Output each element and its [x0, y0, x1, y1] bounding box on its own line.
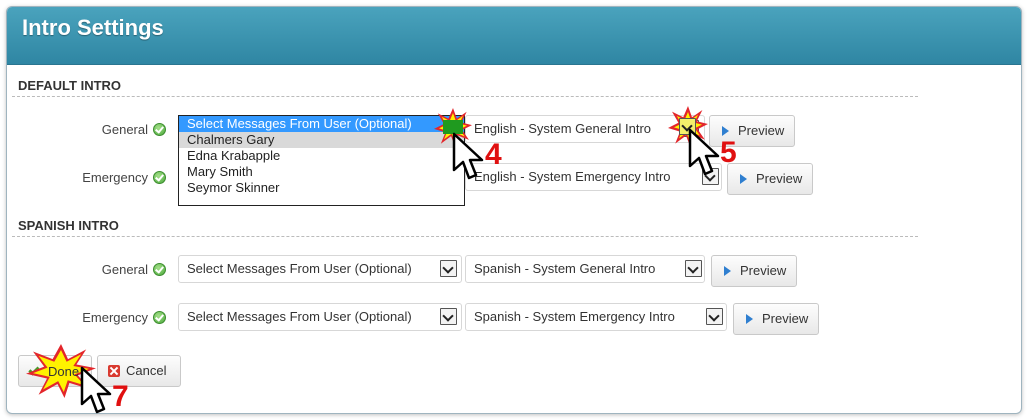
step-marker-4: 4: [485, 138, 502, 171]
dropdown-option[interactable]: Seymor Skinner: [179, 180, 464, 196]
play-icon: [724, 266, 731, 276]
mouse-cursor-icon: [80, 366, 112, 414]
user-select-dropdown-list[interactable]: Select Messages From User (Optional) Cha…: [178, 115, 465, 206]
dropdown-option[interactable]: Mary Smith: [179, 164, 464, 180]
play-icon: [740, 174, 747, 184]
check-circle-icon: [153, 123, 166, 136]
spanish-general-preview-button[interactable]: Preview: [711, 255, 798, 287]
dropdown-option[interactable]: Select Messages From User (Optional): [179, 116, 464, 132]
section-title-spanish-intro: SPANISH INTRO: [18, 218, 119, 233]
step-marker-5: 5: [720, 136, 737, 169]
play-icon: [722, 126, 729, 136]
check-circle-icon: [153, 171, 166, 184]
dropdown-option[interactable]: Chalmers Gary: [179, 132, 464, 148]
emergency-preview-button[interactable]: Preview: [727, 163, 814, 195]
step-marker-7: 7: [112, 380, 129, 413]
done-button-label-highlight: Done: [48, 364, 80, 379]
spanish-general-user-select[interactable]: Select Messages From User (Optional): [178, 255, 462, 283]
spanish-general-intro-select[interactable]: Spanish - System General Intro: [465, 255, 705, 283]
mouse-cursor-icon: [452, 132, 484, 180]
section-divider: [12, 236, 918, 237]
spanish-general-intro-dropdown-arrow[interactable]: [685, 260, 702, 277]
section-title-default-intro: DEFAULT INTRO: [18, 78, 122, 93]
check-circle-icon: [153, 311, 166, 324]
mouse-cursor-icon: [688, 128, 720, 176]
check-circle-icon: [153, 263, 166, 276]
emergency-intro-select[interactable]: English - System Emergency Intro: [465, 163, 722, 191]
intro-settings-panel: [6, 6, 1022, 414]
play-icon: [746, 314, 753, 324]
general-intro-select-value: English - System General Intro: [474, 121, 652, 136]
page-title: Intro Settings: [22, 15, 164, 40]
spanish-emergency-intro-select[interactable]: Spanish - System Emergency Intro: [465, 303, 727, 331]
spanish-general-label: General: [101, 262, 148, 277]
section-divider: [12, 96, 918, 97]
spanish-general-user-dropdown-arrow[interactable]: [440, 260, 457, 277]
spanish-emergency-user-select[interactable]: Select Messages From User (Optional): [178, 303, 462, 331]
emergency-label: Emergency: [82, 170, 148, 185]
spanish-emergency-label: Emergency: [82, 310, 148, 325]
general-label: General: [101, 122, 148, 137]
emergency-intro-select-value: English - System Emergency Intro: [474, 169, 671, 184]
spanish-emergency-intro-dropdown-arrow[interactable]: [706, 308, 723, 325]
spanish-emergency-user-dropdown-arrow[interactable]: [440, 308, 457, 325]
spanish-emergency-preview-button[interactable]: Preview: [733, 303, 820, 335]
dropdown-option[interactable]: Edna Krabapple: [179, 148, 464, 164]
